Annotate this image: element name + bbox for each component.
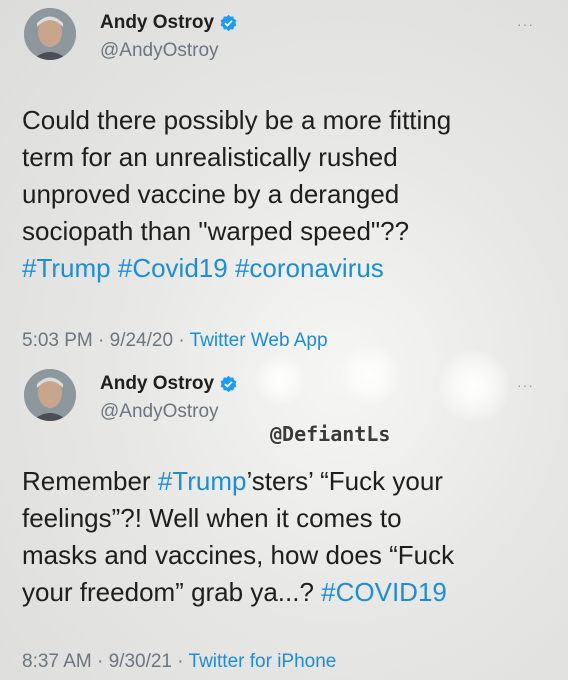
avatar[interactable] bbox=[24, 8, 76, 60]
hashtag-link[interactable]: #COVID19 bbox=[321, 577, 447, 607]
display-name[interactable]: Andy Ostroy bbox=[100, 12, 238, 34]
handle[interactable]: @AndyOstroy bbox=[100, 40, 219, 62]
tweet-text-line: Could there possibly be a more fitting bbox=[22, 105, 452, 135]
more-options-icon[interactable]: ··· bbox=[517, 16, 534, 32]
tweet-text: Remember #Trump’sters’ “Fuck your feelin… bbox=[22, 463, 552, 611]
verified-badge-icon bbox=[220, 375, 237, 392]
tweet-card[interactable]: Andy Ostroy @AndyOstroy ··· Could there … bbox=[0, 0, 568, 355]
verified-badge-icon bbox=[220, 14, 237, 31]
hashtag-link[interactable]: #Trump bbox=[158, 466, 247, 496]
timestamp[interactable]: 8:37 AM · 9/30/21 · bbox=[22, 651, 189, 672]
tweet-text-fragment: Remember bbox=[22, 466, 158, 496]
avatar[interactable] bbox=[24, 369, 76, 421]
tweet-text-line: your freedom” grab ya...? #COVID19 bbox=[22, 574, 552, 611]
tweet-text-line: sociopath than "warped speed"?? bbox=[22, 216, 410, 246]
timestamp[interactable]: 5:03 PM · 9/24/20 · bbox=[22, 330, 190, 351]
tweet-text-line: masks and vaccines, how does “Fuck bbox=[22, 540, 455, 570]
hashtag-link[interactable]: #coronavirus bbox=[235, 253, 384, 283]
display-name-text: Andy Ostroy bbox=[100, 12, 215, 33]
tweet-card[interactable]: Andy Ostroy @AndyOstroy ··· Remember #Tr… bbox=[0, 355, 568, 680]
tweet-text-line: unproved vaccine by a deranged bbox=[22, 179, 400, 209]
source-link[interactable]: Twitter for iPhone bbox=[189, 651, 337, 672]
tweet-text-line: term for an unrealistically rushed bbox=[22, 142, 398, 172]
tweet-text: Could there possibly be a more fitting t… bbox=[22, 102, 552, 287]
hashtag-link[interactable]: #Covid19 bbox=[118, 253, 228, 283]
tweet-text-fragment: ’sters’ “Fuck your bbox=[246, 466, 443, 496]
tweet-metadata: 5:03 PM · 9/24/20 · Twitter Web App bbox=[22, 330, 328, 352]
hashtag-line: #Trump #Covid19 #coronavirus bbox=[22, 250, 552, 287]
more-options-icon[interactable]: ··· bbox=[517, 377, 534, 393]
tweet-text-fragment: your freedom” grab ya...? bbox=[22, 577, 322, 607]
hashtag-link[interactable]: #Trump bbox=[22, 253, 111, 283]
source-link[interactable]: Twitter Web App bbox=[190, 330, 328, 351]
tweet-text-line: feelings”?! Well when it comes to bbox=[22, 503, 402, 533]
tweet-text-line: Remember #Trump’sters’ “Fuck your bbox=[22, 463, 552, 500]
watermark: @DefiantLs bbox=[270, 422, 391, 446]
tweet-metadata: 8:37 AM · 9/30/21 · Twitter for iPhone bbox=[22, 651, 336, 673]
handle[interactable]: @AndyOstroy bbox=[100, 401, 219, 423]
display-name[interactable]: Andy Ostroy bbox=[100, 373, 238, 395]
display-name-text: Andy Ostroy bbox=[100, 373, 215, 394]
